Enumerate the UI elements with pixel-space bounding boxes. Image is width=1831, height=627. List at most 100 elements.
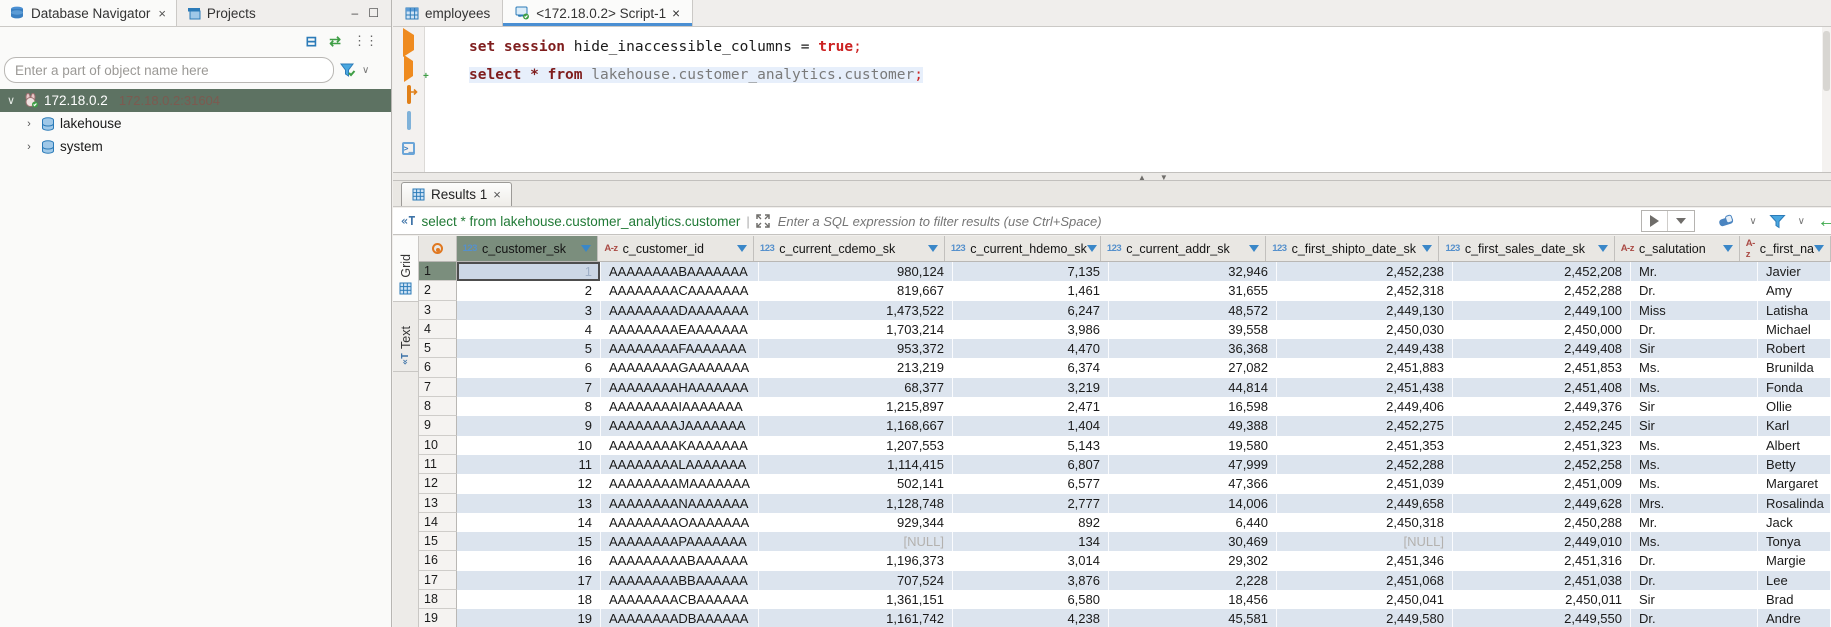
grid-cell[interactable]: 3,014 [953, 551, 1109, 570]
grid-cell[interactable]: AAAAAAAAFAAAAAAA [601, 339, 759, 358]
grid-cell[interactable]: 2,451,883 [1277, 358, 1453, 377]
editor-scrollbar[interactable] [1822, 27, 1831, 172]
grid-cell[interactable]: 2,451,316 [1453, 551, 1631, 570]
row-number[interactable]: 16 [419, 551, 457, 570]
grid-cell[interactable]: 2,452,245 [1453, 416, 1631, 435]
grid-cell[interactable]: 4,470 [953, 339, 1109, 358]
row-number[interactable]: 13 [419, 494, 457, 513]
row-number[interactable]: 17 [419, 571, 457, 590]
grid-cell[interactable]: 2,449,658 [1277, 494, 1453, 513]
grid-cell[interactable]: AAAAAAAADAAAAAAA [601, 301, 759, 320]
grid-cell[interactable]: 16,598 [1109, 397, 1277, 416]
close-icon[interactable]: × [493, 187, 501, 202]
grid-cell[interactable]: 4,238 [953, 609, 1109, 627]
grid-cell[interactable]: AAAAAAAAABAAAAAA [601, 551, 759, 570]
tab-database-navigator[interactable]: Database Navigator × [0, 0, 177, 26]
grid-cell[interactable]: Ms. [1631, 436, 1758, 455]
grid-cell[interactable]: 2,451,346 [1277, 551, 1453, 570]
grid-cell[interactable]: 2,449,100 [1453, 301, 1631, 320]
sql-console-icon[interactable]: >_ [402, 139, 416, 154]
maximize-icon[interactable]: ☐ [368, 6, 379, 20]
grid-cell[interactable]: AAAAAAAACAAAAAAA [601, 281, 759, 300]
grid-cell[interactable]: 27,082 [1109, 358, 1277, 377]
explain-plan-icon[interactable] [407, 113, 411, 128]
grid-cell[interactable]: 14,006 [1109, 494, 1277, 513]
link-with-editor-icon[interactable]: ⇄ [329, 33, 341, 50]
grid-cell[interactable]: 929,344 [759, 513, 953, 532]
grid-cell[interactable]: AAAAAAAALAAAAAAA [601, 455, 759, 474]
grid-cell[interactable]: 7 [457, 378, 601, 397]
tree-item-lakehouse[interactable]: › lakehouse [0, 112, 391, 135]
grid-cell[interactable]: 2,451,323 [1453, 436, 1631, 455]
collapsed-arrow-icon[interactable]: › [22, 118, 36, 130]
row-number[interactable]: 7 [419, 378, 457, 397]
column-header-c_customer_sk[interactable]: 123c_customer_sk [457, 236, 599, 261]
grid-cell[interactable]: 1,215,897 [759, 397, 953, 416]
execute-statement-icon[interactable] [403, 35, 414, 50]
grid-cell[interactable]: 48,572 [1109, 301, 1277, 320]
grid-cell[interactable]: Ms. [1631, 532, 1758, 551]
row-number[interactable]: 3 [419, 301, 457, 320]
tab-projects[interactable]: Projects [177, 0, 266, 26]
execute-script-icon[interactable]: + [404, 61, 413, 76]
grid-cell[interactable]: Robert [1758, 339, 1831, 358]
grid-cell[interactable]: Ms. [1631, 378, 1758, 397]
grid-cell[interactable]: 18 [457, 590, 601, 609]
grid-cell[interactable]: 2,451,039 [1277, 474, 1453, 493]
grid-cell[interactable]: 31,655 [1109, 281, 1277, 300]
row-number[interactable]: 6 [419, 358, 457, 377]
tab-results-1[interactable]: Results 1 × [401, 182, 512, 206]
grid-cell[interactable]: 892 [953, 513, 1109, 532]
minimize-icon[interactable]: – [352, 6, 359, 20]
grid-cell[interactable]: 4 [457, 320, 601, 339]
grid-cell[interactable]: 9 [457, 416, 601, 435]
chevron-down-icon[interactable]: ∨ [1749, 216, 1756, 227]
grid-cell[interactable]: 2,450,288 [1453, 513, 1631, 532]
grid-cell[interactable]: 30,469 [1109, 532, 1277, 551]
grid-cell[interactable]: 2,471 [953, 397, 1109, 416]
grid-cell[interactable]: 2,449,550 [1453, 609, 1631, 627]
grid-cell[interactable]: 47,366 [1109, 474, 1277, 493]
grid-cell[interactable]: 2,449,130 [1277, 301, 1453, 320]
grid-cell[interactable]: 2,450,030 [1277, 320, 1453, 339]
grid-cell[interactable]: AAAAAAAAPAAAAAAA [601, 532, 759, 551]
grid-cell[interactable]: Sir [1631, 590, 1758, 609]
grid-cell[interactable]: [NULL] [1277, 532, 1453, 551]
column-header-c_first_na[interactable]: A-zc_first_na [1740, 236, 1831, 261]
sort-dropdown-icon[interactable] [1814, 245, 1824, 252]
grid-cell[interactable]: 49,388 [1109, 416, 1277, 435]
grid-cell[interactable]: 13 [457, 494, 601, 513]
grid-cell[interactable]: 6,247 [953, 301, 1109, 320]
grid-cell[interactable]: 2,450,011 [1453, 590, 1631, 609]
row-number[interactable]: 9 [419, 416, 457, 435]
grid-cell[interactable]: 2,452,288 [1277, 455, 1453, 474]
grid-cell[interactable]: 6,440 [1109, 513, 1277, 532]
row-number[interactable]: 14 [419, 513, 457, 532]
grid-cell[interactable]: AAAAAAAAMAAAAAAA [601, 474, 759, 493]
grid-cell[interactable]: 2,449,010 [1453, 532, 1631, 551]
row-number[interactable]: 18 [419, 590, 457, 609]
grid-cell[interactable]: Andre [1758, 609, 1831, 627]
view-menu-icon[interactable]: ⋮⋮ [353, 33, 377, 49]
grid-cell[interactable]: Mr. [1631, 262, 1758, 281]
column-header-c_current_addr_sk[interactable]: 123c_current_addr_sk [1101, 236, 1266, 261]
grid-cell[interactable]: 2,452,208 [1453, 262, 1631, 281]
grid-cell[interactable]: Ollie [1758, 397, 1831, 416]
back-arrow-icon[interactable]: ← [1817, 210, 1831, 233]
sort-dropdown-icon[interactable] [1598, 245, 1608, 252]
grid-cell[interactable]: 1,196,373 [759, 551, 953, 570]
grid-cell[interactable]: 953,372 [759, 339, 953, 358]
grid-cell[interactable]: AAAAAAAAIAAAAAAA [601, 397, 759, 416]
data-grid[interactable]: 123c_customer_skA-zc_customer_id123c_cur… [419, 236, 1831, 627]
grid-cell[interactable]: Dr. [1631, 281, 1758, 300]
grid-cell[interactable]: 32,946 [1109, 262, 1277, 281]
grid-cell[interactable]: 3 [457, 301, 601, 320]
chevron-down-icon[interactable]: ∨ [362, 65, 369, 76]
grid-cell[interactable]: 18,456 [1109, 590, 1277, 609]
grid-cell[interactable]: 2,451,408 [1453, 378, 1631, 397]
grid-cell[interactable]: 12 [457, 474, 601, 493]
grid-cell[interactable]: Jack [1758, 513, 1831, 532]
sort-dropdown-icon[interactable] [1723, 245, 1733, 252]
grid-cell[interactable]: 1 [457, 262, 601, 281]
grid-cell[interactable]: 1,703,214 [759, 320, 953, 339]
